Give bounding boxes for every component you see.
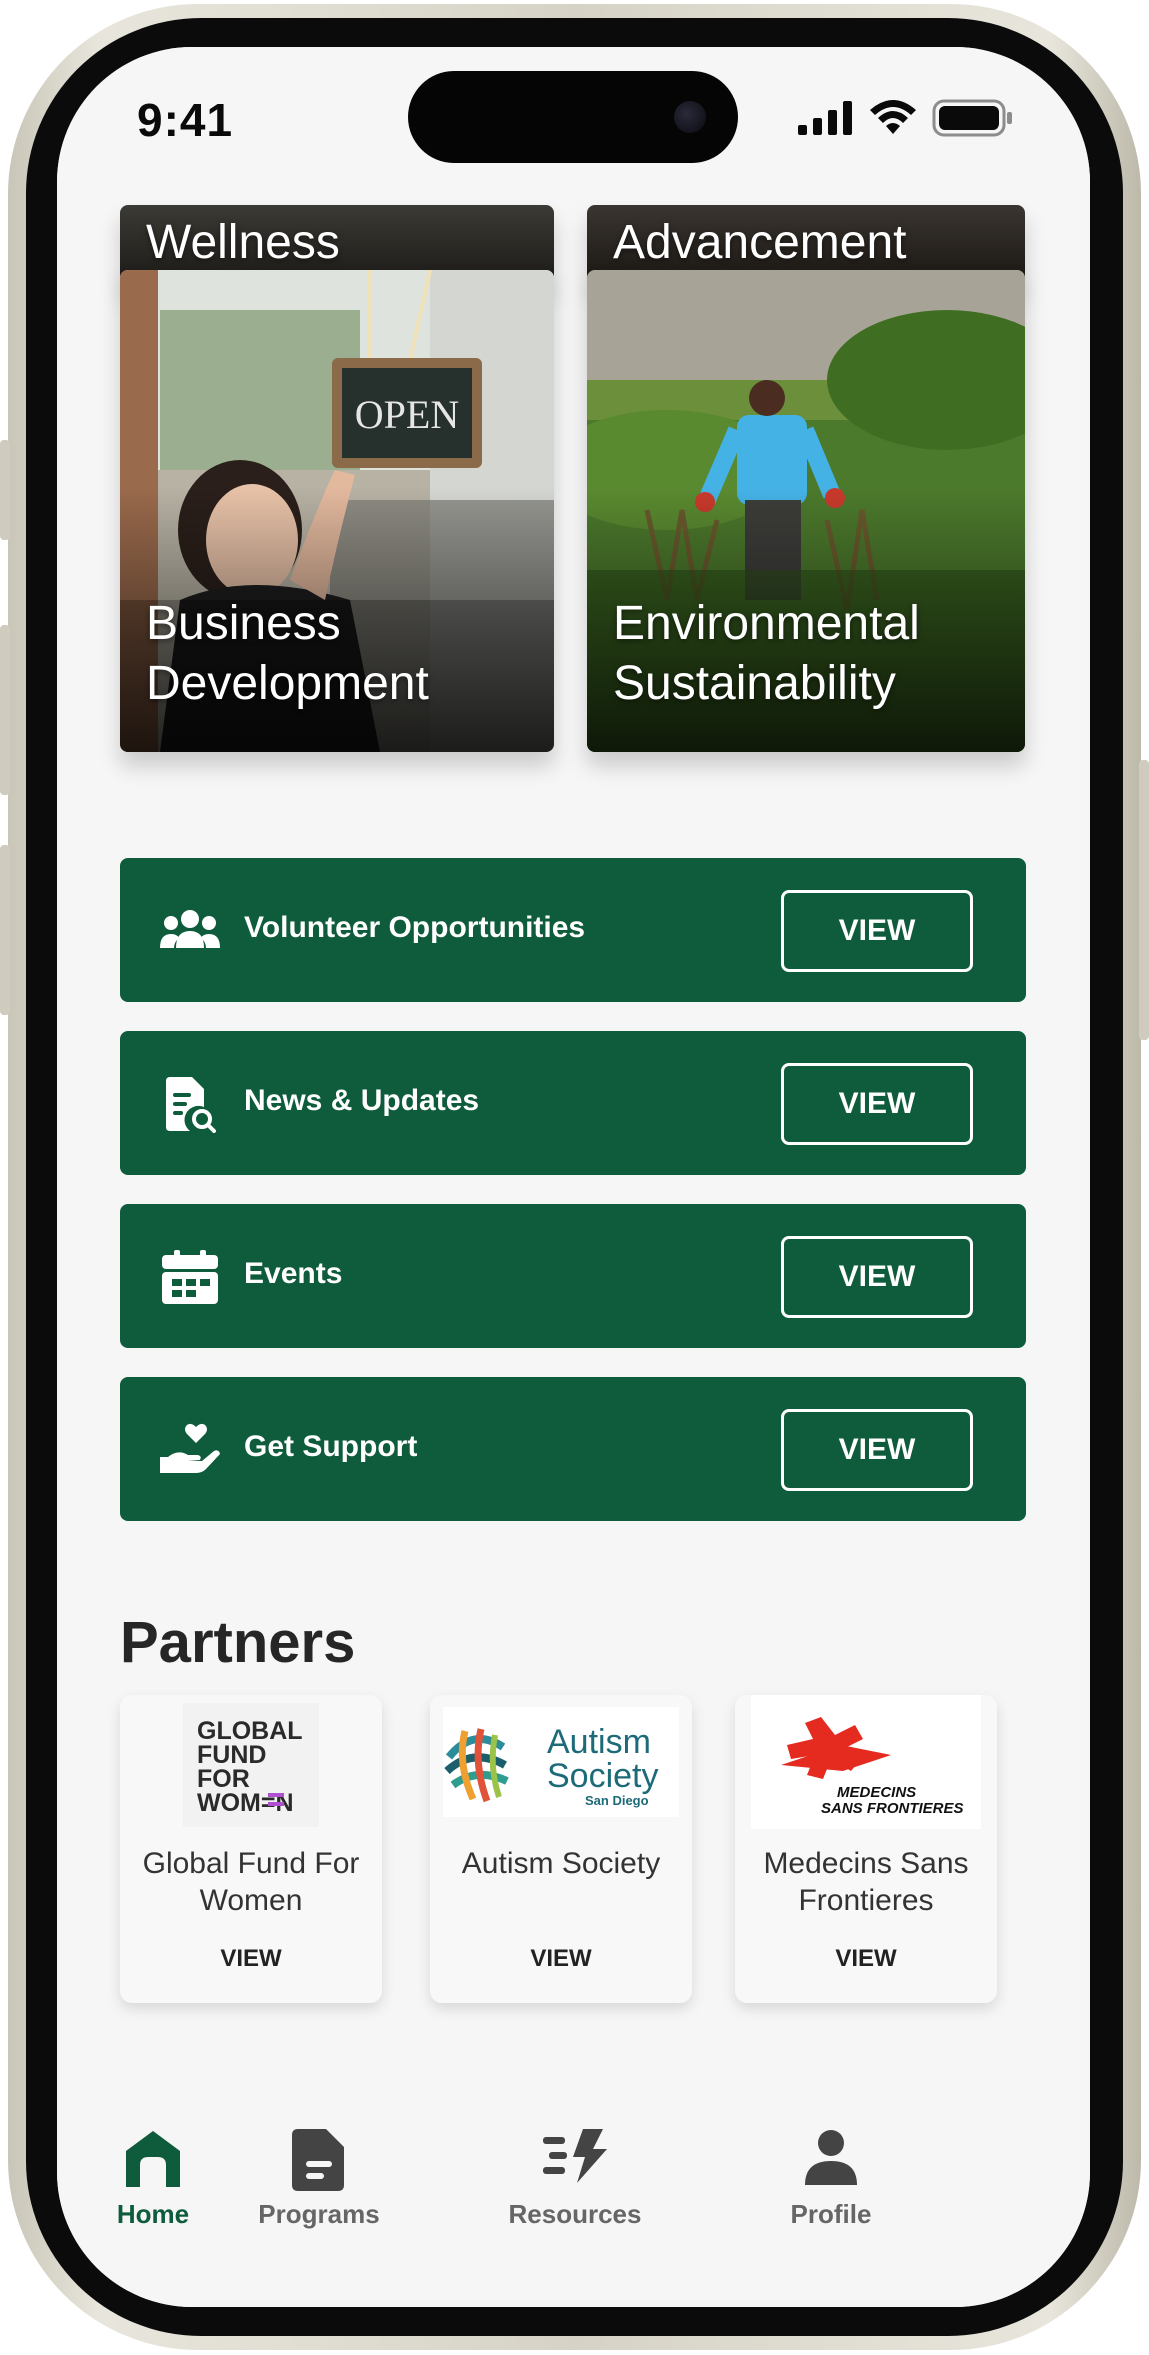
- view-button[interactable]: VIEW: [781, 1236, 973, 1318]
- tab-label: Resources: [508, 2199, 642, 2229]
- logo-text: MEDECINS: [837, 1784, 916, 1801]
- view-link[interactable]: VIEW: [430, 1945, 692, 1973]
- view-button[interactable]: VIEW: [781, 1409, 973, 1491]
- partner-name: Autism Society: [461, 1847, 661, 1880]
- partner-card-medecins-sans-frontieres[interactable]: MEDECINS SANS FRONTIERES Medecins Sans F…: [735, 1695, 997, 2003]
- volume-up-button: [0, 625, 10, 795]
- category-title: Wellness: [146, 216, 340, 269]
- volunteer-opportunities-row[interactable]: Volunteer Opportunities VIEW: [120, 858, 1026, 1002]
- status-bar: 9:41: [57, 47, 1090, 192]
- tab-label: Profile: [790, 2199, 872, 2229]
- users-group-icon: [160, 910, 220, 948]
- news-updates-row[interactable]: News & Updates VIEW: [120, 1031, 1026, 1175]
- status-icons: [798, 99, 1014, 137]
- home-icon: [126, 2131, 180, 2187]
- category-card-business-development[interactable]: OPEN Business Development: [120, 270, 554, 752]
- dynamic-island: [408, 71, 738, 163]
- autism-society-logo: Autism Society San Diego: [443, 1707, 679, 1817]
- view-link[interactable]: VIEW: [120, 1945, 382, 1973]
- hand-heart-icon: [160, 1423, 220, 1473]
- battery-icon: [932, 99, 1012, 137]
- document-search-icon: [166, 1077, 216, 1133]
- logo-text: SANS FRONTIERES: [821, 1800, 964, 1817]
- resources-lightning-icon: [543, 2129, 607, 2183]
- partner-name: Medecins Sans Frontieres: [763, 1847, 969, 1917]
- action-label: Events: [244, 1257, 343, 1290]
- category-title: Business Development: [146, 597, 429, 710]
- bottom-tab-bar: Home Programs Resources Profile: [57, 2121, 1090, 2307]
- person-icon: [805, 2130, 857, 2185]
- action-label: News & Updates: [244, 1084, 480, 1117]
- global-fund-for-women-logo: GLOBAL FUND FOR WOM=N: [183, 1703, 319, 1827]
- category-title: Environmental Sustainability: [613, 597, 920, 710]
- mute-switch: [0, 440, 10, 540]
- document-icon: [292, 2129, 344, 2191]
- get-support-row[interactable]: Get Support VIEW: [120, 1377, 1026, 1521]
- action-label: Volunteer Opportunities: [244, 911, 586, 944]
- volume-down-button: [0, 845, 10, 1015]
- calendar-icon: [162, 1250, 218, 1304]
- category-card-environmental-sustainability[interactable]: Environmental Sustainability: [587, 270, 1025, 752]
- action-label: Get Support: [244, 1430, 418, 1463]
- msf-logo: MEDECINS SANS FRONTIERES: [751, 1695, 981, 1829]
- wifi-icon: [870, 100, 916, 134]
- tab-label: Programs: [258, 2199, 380, 2229]
- events-row[interactable]: Events VIEW: [120, 1204, 1026, 1348]
- partner-card-autism-society[interactable]: Autism Society San Diego Autism Society …: [430, 1695, 692, 2003]
- partner-name: Global Fund For Women: [142, 1847, 360, 1917]
- logo-text: Autism: [547, 1723, 651, 1761]
- power-button: [1139, 760, 1149, 1040]
- category-title: Advancement: [613, 216, 907, 269]
- view-button[interactable]: VIEW: [781, 1063, 973, 1145]
- partners-heading: Partners: [120, 1610, 356, 1675]
- tab-label: Home: [116, 2199, 190, 2229]
- app-screen: Wellness Advancement OPEN Business Devel…: [57, 47, 1090, 2307]
- status-time: 9:41: [137, 94, 234, 146]
- front-camera-icon: [674, 101, 706, 133]
- cellular-signal-icon: [798, 101, 852, 135]
- view-link[interactable]: VIEW: [735, 1945, 997, 1973]
- view-button[interactable]: VIEW: [781, 890, 973, 972]
- partner-card-global-fund-for-women[interactable]: GLOBAL FUND FOR WOM=N Global Fund For Wo…: [120, 1695, 382, 2003]
- logo-text: Society: [547, 1757, 659, 1795]
- logo-text: San Diego: [585, 1793, 649, 1808]
